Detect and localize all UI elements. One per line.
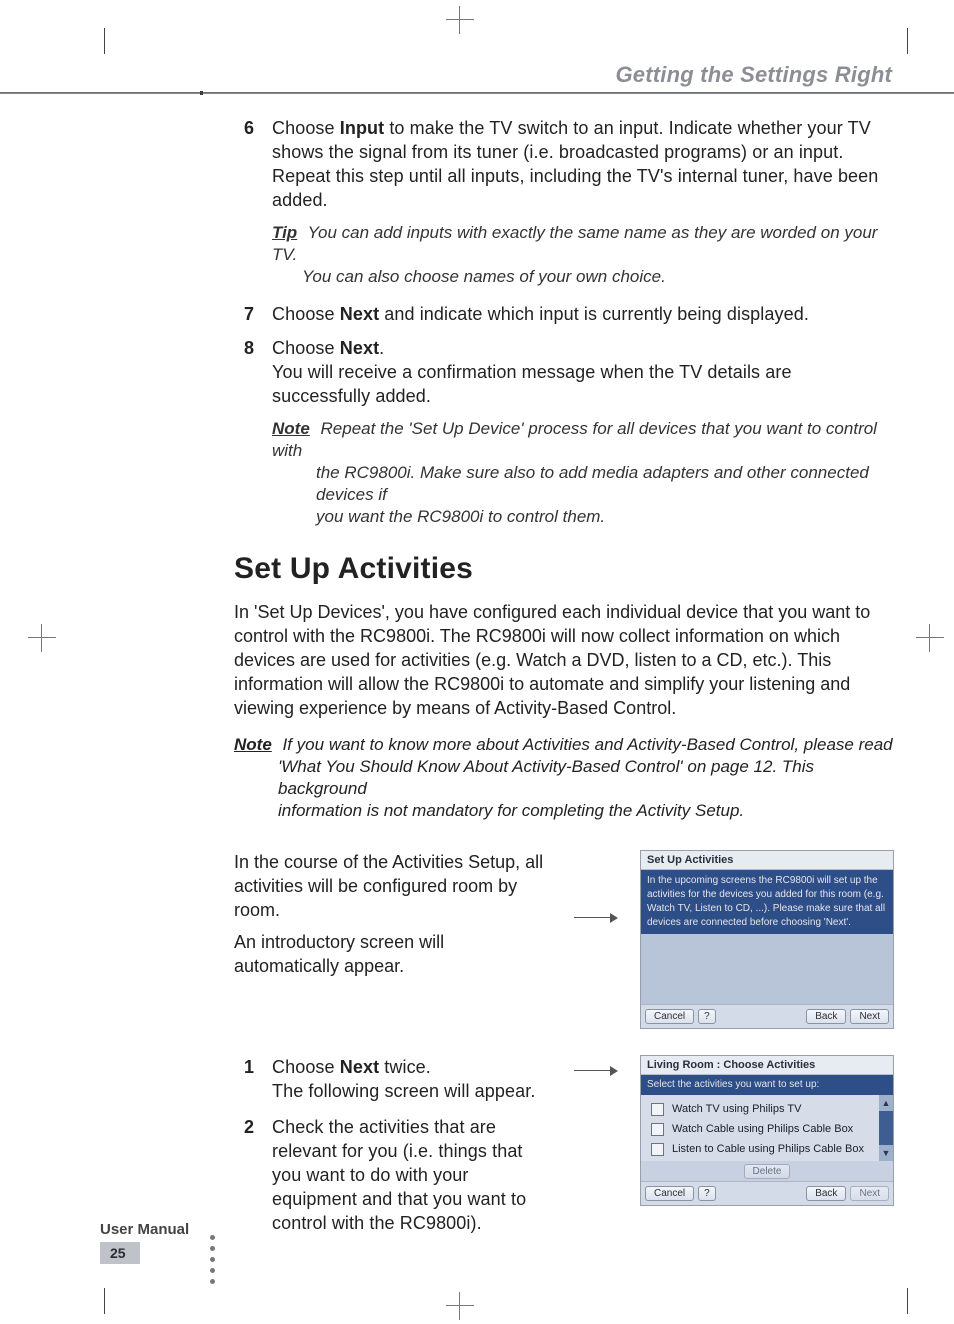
delete-button[interactable]: Delete — [744, 1164, 791, 1179]
device-subheader: Select the activities you want to set up… — [641, 1075, 893, 1095]
footer-dots — [210, 1235, 215, 1284]
crop-mark-top — [446, 6, 474, 34]
scroll-down-button[interactable]: ▼ — [879, 1145, 893, 1161]
step-text: Choose Next. You will receive a confirma… — [272, 336, 894, 408]
step-text: Check the activities that are relevant f… — [272, 1115, 554, 1235]
device-titlebar: Set Up Activities — [641, 851, 893, 870]
step-number: 6 — [234, 116, 254, 212]
text: Choose — [272, 338, 340, 358]
trim-mark — [907, 1288, 908, 1314]
note-text: the RC9800i. Make sure also to add media… — [316, 462, 894, 506]
paragraph: An introductory screen will automaticall… — [234, 930, 554, 978]
checkbox-icon[interactable] — [651, 1103, 664, 1116]
tip-label: Tip — [272, 222, 297, 244]
arrow-right-icon — [574, 1065, 620, 1077]
step-6: 6 Choose Input to make the TV switch to … — [234, 116, 894, 212]
text: . — [379, 338, 384, 358]
trim-mark — [104, 28, 105, 54]
footer-label: User Manual — [100, 1221, 189, 1242]
step-number: 2 — [234, 1115, 254, 1235]
step-7: 7 Choose Next and indicate which input i… — [234, 302, 894, 326]
running-header: Getting the Settings Right — [0, 62, 894, 88]
step-number: 7 — [234, 302, 254, 326]
row-intro-screen: In the course of the Activities Setup, a… — [234, 850, 894, 1029]
crop-mark-left — [28, 624, 56, 652]
note-block: Note Repeat the 'Set Up Device' process … — [272, 418, 894, 528]
step-number: 8 — [234, 336, 254, 408]
text: twice. — [379, 1057, 431, 1077]
step-text: Choose Next twice. The following screen … — [272, 1055, 554, 1103]
device-screenshot-setup-activities: Set Up Activities In the upcoming screen… — [640, 850, 894, 1029]
checkbox-icon[interactable] — [651, 1123, 664, 1136]
text: Choose — [272, 304, 340, 324]
note-text: Repeat the 'Set Up Device' process for a… — [272, 419, 877, 460]
crop-mark-right — [916, 624, 944, 652]
activity-row[interactable]: Listen to Cable using Philips Cable Box — [641, 1139, 879, 1159]
tip-text: You can add inputs with exactly the same… — [272, 223, 877, 264]
help-button[interactable]: ? — [698, 1186, 716, 1201]
scrollbar[interactable]: ▲ ▼ — [879, 1095, 893, 1161]
footer: User Manual 25 — [100, 1221, 189, 1264]
note-text: If you want to know more about Activitie… — [283, 735, 893, 754]
cancel-button[interactable]: Cancel — [645, 1186, 694, 1201]
cancel-button[interactable]: Cancel — [645, 1009, 694, 1024]
arrow-right-icon — [574, 912, 620, 924]
bold: Input — [340, 118, 384, 138]
step-8: 8 Choose Next. You will receive a confir… — [234, 336, 894, 408]
activity-label: Watch Cable using Philips Cable Box — [672, 1122, 853, 1136]
tip-block: Tip You can add inputs with exactly the … — [272, 222, 894, 288]
bold: Next — [340, 1057, 379, 1077]
text: The following screen will appear. — [272, 1081, 535, 1101]
section-heading: Set Up Activities — [234, 552, 894, 586]
step-text: Choose Next and indicate which input is … — [272, 302, 894, 326]
scroll-thumb[interactable] — [879, 1111, 893, 1145]
note-text: 'What You Should Know About Activity-Bas… — [278, 756, 894, 800]
trim-mark — [104, 1288, 105, 1314]
note-text: information is not mandatory for complet… — [278, 800, 894, 822]
device-screenshot-choose-activities: Living Room : Choose Activities Select t… — [640, 1055, 894, 1206]
note-block: Note If you want to know more about Acti… — [234, 734, 894, 822]
note-label: Note — [272, 418, 310, 440]
device-titlebar: Living Room : Choose Activities — [641, 1056, 893, 1075]
bold: Next — [340, 338, 379, 358]
step-text: Choose Input to make the TV switch to an… — [272, 116, 894, 212]
crop-mark-bottom — [446, 1292, 474, 1320]
header-rule — [0, 92, 954, 94]
checkbox-icon[interactable] — [651, 1143, 664, 1156]
step-2: 2 Check the activities that are relevant… — [234, 1115, 554, 1235]
next-button[interactable]: Next — [850, 1186, 889, 1201]
activity-label: Watch TV using Philips TV — [672, 1102, 801, 1116]
tip-text: You can also choose names of your own ch… — [302, 266, 894, 288]
note-text: you want the RC9800i to control them. — [316, 506, 894, 528]
section-intro: In 'Set Up Devices', you have configured… — [234, 600, 894, 720]
next-button[interactable]: Next — [850, 1009, 889, 1024]
paragraph: In the course of the Activities Setup, a… — [234, 850, 554, 922]
text: and indicate which input is currently be… — [379, 304, 809, 324]
activity-row[interactable]: Watch Cable using Philips Cable Box — [641, 1119, 879, 1139]
page-number: 25 — [100, 1242, 140, 1264]
help-button[interactable]: ? — [698, 1009, 716, 1024]
row-choose-activities: 1 Choose Next twice. The following scree… — [234, 1055, 894, 1247]
text: Choose — [272, 1057, 340, 1077]
text: You will receive a confirmation message … — [272, 362, 792, 406]
step-number: 1 — [234, 1055, 254, 1103]
back-button[interactable]: Back — [806, 1186, 846, 1201]
text: Choose — [272, 118, 340, 138]
trim-mark — [907, 28, 908, 54]
activity-row[interactable]: Watch TV using Philips TV — [641, 1099, 879, 1119]
activity-label: Listen to Cable using Philips Cable Box — [672, 1142, 864, 1156]
step-1: 1 Choose Next twice. The following scree… — [234, 1055, 554, 1103]
scroll-up-button[interactable]: ▲ — [879, 1095, 893, 1111]
bold: Next — [340, 304, 379, 324]
note-label: Note — [234, 734, 272, 756]
back-button[interactable]: Back — [806, 1009, 846, 1024]
device-message: In the upcoming screens the RC9800i will… — [641, 870, 893, 934]
